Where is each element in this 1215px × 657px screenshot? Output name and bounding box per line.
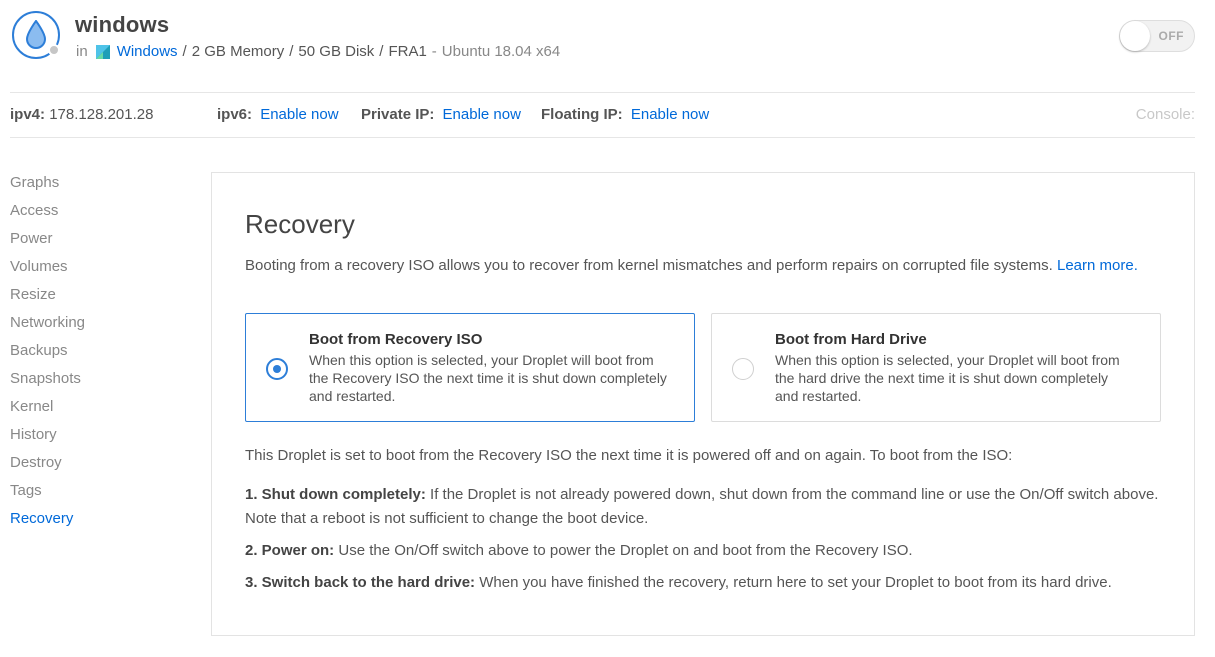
- project-icon: [95, 44, 110, 59]
- step-text: When you have finished the recovery, ret…: [479, 574, 1112, 591]
- power-toggle[interactable]: OFF: [1119, 20, 1195, 52]
- meta-separator: /: [182, 43, 187, 60]
- sidebar-item-kernel[interactable]: Kernel: [10, 396, 190, 424]
- droplet-recovery-page: windows in Windows / 2 GB Memory / 50 GB…: [0, 0, 1215, 657]
- meta-separator: /: [379, 43, 384, 60]
- step-title: 1. Shut down completely:: [245, 486, 426, 503]
- ip-bar: ipv4: 178.128.201.28 ipv6: Enable now Pr…: [10, 92, 1195, 138]
- step-title: 2. Power on:: [245, 542, 335, 559]
- recovery-steps: 1. Shut down completely: If the Droplet …: [245, 483, 1175, 603]
- power-toggle-label: OFF: [1158, 29, 1184, 43]
- step-title: 3. Switch back to the hard drive:: [245, 574, 476, 591]
- recovery-description: Booting from a recovery ISO allows you t…: [245, 254, 1165, 277]
- sidebar-item-resize[interactable]: Resize: [10, 284, 190, 312]
- ipv6-label: ipv6:: [217, 106, 253, 123]
- private-ip-item: Private IP: Enable now: [361, 106, 521, 123]
- step-item: 1. Shut down completely: If the Droplet …: [245, 483, 1175, 531]
- boot-status-text: This Droplet is set to boot from the Rec…: [245, 447, 1013, 464]
- option-description: When this option is selected, your Dropl…: [309, 352, 667, 404]
- option-description: When this option is selected, your Dropl…: [775, 352, 1120, 404]
- learn-more-link[interactable]: Learn more.: [1057, 257, 1138, 274]
- ipv4-item: ipv4: 178.128.201.28: [10, 106, 153, 123]
- boot-hard-drive-option[interactable]: Boot from Hard Drive When this option is…: [711, 313, 1161, 422]
- option-title: Boot from Hard Drive: [775, 331, 927, 348]
- memory-spec: 2 GB Memory: [191, 43, 285, 60]
- sidebar-item-destroy[interactable]: Destroy: [10, 452, 190, 480]
- droplet-header: windows in Windows / 2 GB Memory / 50 GB…: [10, 9, 1195, 69]
- recovery-panel: Recovery Booting from a recovery ISO all…: [211, 172, 1195, 636]
- step-item: 2. Power on: Use the On/Off switch above…: [245, 539, 1175, 563]
- meta-dash: -: [431, 43, 437, 60]
- sidebar-item-backups[interactable]: Backups: [10, 340, 190, 368]
- droplet-meta: in Windows / 2 GB Memory / 50 GB Disk / …: [76, 43, 560, 60]
- floating-ip-label: Floating IP:: [541, 106, 623, 123]
- option-title: Boot from Recovery ISO: [309, 331, 483, 348]
- sidebar-item-graphs[interactable]: Graphs: [10, 172, 190, 200]
- os-spec: Ubuntu 18.04 x64: [441, 43, 561, 60]
- page-title: Recovery: [245, 209, 355, 239]
- meta-separator: /: [289, 43, 294, 60]
- radio-dot: [273, 365, 281, 373]
- console-link[interactable]: Console:: [1136, 106, 1195, 123]
- step-text: Use the On/Off switch above to power the…: [338, 542, 913, 559]
- sidebar-item-snapshots[interactable]: Snapshots: [10, 368, 190, 396]
- boot-recovery-iso-option[interactable]: Boot from Recovery ISO When this option …: [245, 313, 695, 422]
- droplet-sidebar: Graphs Access Power Volumes Resize Netwo…: [10, 172, 190, 536]
- radio-unselected-icon[interactable]: [732, 358, 754, 380]
- recovery-description-text: Booting from a recovery ISO allows you t…: [245, 257, 1053, 274]
- private-ip-label: Private IP:: [361, 106, 435, 123]
- ipv6-item: ipv6: Enable now: [217, 106, 339, 123]
- droplet-avatar: [12, 11, 60, 59]
- sidebar-item-access[interactable]: Access: [10, 200, 190, 228]
- sidebar-item-power[interactable]: Power: [10, 228, 190, 256]
- sidebar-item-history[interactable]: History: [10, 424, 190, 452]
- step-item: 3. Switch back to the hard drive: When y…: [245, 571, 1175, 595]
- project-link[interactable]: Windows: [117, 43, 178, 60]
- region-spec: FRA1: [388, 43, 427, 60]
- status-dot-icon: [48, 44, 60, 56]
- sidebar-item-recovery[interactable]: Recovery: [10, 508, 190, 536]
- sidebar-item-networking[interactable]: Networking: [10, 312, 190, 340]
- radio-selected-icon[interactable]: [266, 358, 288, 380]
- droplet-name: windows: [75, 12, 170, 37]
- private-ip-enable-link[interactable]: Enable now: [443, 106, 521, 123]
- ipv4-label: ipv4:: [10, 106, 46, 123]
- sidebar-item-volumes[interactable]: Volumes: [10, 256, 190, 284]
- power-toggle-knob: [1120, 21, 1150, 51]
- ipv6-enable-link[interactable]: Enable now: [260, 106, 338, 123]
- floating-ip-enable-link[interactable]: Enable now: [631, 106, 709, 123]
- water-drop-icon: [25, 20, 47, 49]
- floating-ip-item: Floating IP: Enable now: [541, 106, 709, 123]
- disk-spec: 50 GB Disk: [298, 43, 375, 60]
- ipv4-value: 178.128.201.28: [49, 106, 154, 123]
- sidebar-item-tags[interactable]: Tags: [10, 480, 190, 508]
- in-label: in: [76, 43, 88, 60]
